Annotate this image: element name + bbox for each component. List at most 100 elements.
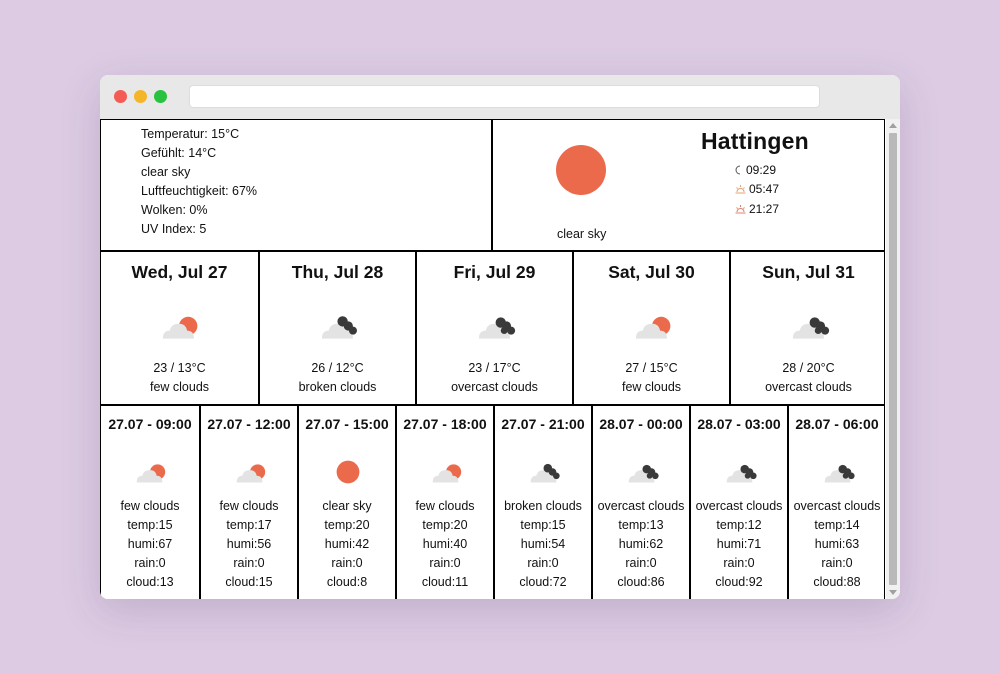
hour-description: overcast clouds [793, 499, 881, 513]
hour-title: 27.07 - 21:00 [501, 416, 585, 432]
hour-humidity: humi:67 [127, 537, 173, 551]
hour-description: clear sky [322, 499, 372, 513]
hour-temperature: temp:15 [127, 518, 173, 532]
hour-temperature: temp:12 [716, 518, 762, 532]
day-temperature: 23 / 13°C [153, 361, 206, 375]
weather-page: Temperatur: 15°C Gefühlt: 14°C clear sky… [100, 119, 886, 599]
day-temperature: 23 / 17°C [468, 361, 521, 375]
hour-description: broken clouds [504, 499, 582, 513]
hour-cloud: cloud:13 [126, 575, 174, 589]
scrollbar-thumb[interactable] [889, 133, 897, 585]
few-clouds-icon [231, 453, 269, 496]
hour-rain: rain:0 [134, 556, 166, 570]
day-temperature: 28 / 20°C [782, 361, 835, 375]
day-description: overcast clouds [765, 380, 852, 394]
hour-temperature: temp:13 [618, 518, 664, 532]
sun-icon [556, 145, 606, 195]
sun-icon [329, 453, 367, 496]
hour-cloud: cloud:72 [519, 575, 567, 589]
hour-cloud: cloud:92 [715, 575, 763, 589]
moonrise-time: 09:29 [746, 163, 777, 177]
hour-description: few clouds [219, 499, 279, 513]
overcast-clouds-icon [623, 453, 661, 496]
day-card: Fri, Jul 29 23 / 17°C overcast clouds [415, 251, 572, 405]
hour-humidity: humi:42 [324, 537, 370, 551]
hour-humidity: humi:62 [618, 537, 664, 551]
hour-rain: rain:0 [527, 556, 559, 570]
current-summary: clear sky Hattingen 09:29 05:47 21:27 [493, 120, 885, 251]
hour-cloud: cloud:8 [326, 575, 368, 589]
hour-humidity: humi:56 [226, 537, 272, 551]
hour-rain: rain:0 [723, 556, 755, 570]
few-clouds-icon [131, 453, 169, 496]
day-title: Fri, Jul 29 [453, 262, 536, 282]
hour-temperature: temp:20 [422, 518, 468, 532]
daily-forecast: Wed, Jul 27 23 / 13°C few clouds Thu, Ju… [100, 250, 885, 406]
hour-description: overcast clouds [597, 499, 685, 513]
hour-humidity: humi:63 [814, 537, 860, 551]
hour-temperature: temp:20 [324, 518, 370, 532]
hour-title: 27.07 - 09:00 [108, 416, 192, 432]
day-title: Wed, Jul 27 [131, 262, 228, 282]
hour-title: 27.07 - 18:00 [403, 416, 487, 432]
day-card: Sat, Jul 30 27 / 15°C few clouds [572, 251, 729, 405]
hour-title: 28.07 - 06:00 [795, 416, 879, 432]
few-clouds-icon [629, 303, 675, 354]
hour-temperature: temp:15 [520, 518, 566, 532]
day-title: Thu, Jul 28 [291, 262, 384, 282]
overcast-clouds-icon [721, 453, 759, 496]
hour-description: few clouds [120, 499, 180, 513]
hour-title: 28.07 - 00:00 [599, 416, 683, 432]
overcast-clouds-icon [472, 303, 518, 354]
hour-rain: rain:0 [821, 556, 853, 570]
clouds-text: Wolken: 0% [141, 203, 208, 217]
day-temperature: 27 / 15°C [625, 361, 678, 375]
few-clouds-icon [156, 303, 202, 354]
condition-text: clear sky [141, 165, 191, 179]
broken-clouds-icon [525, 453, 563, 496]
hour-humidity: humi:54 [520, 537, 566, 551]
hour-title: 27.07 - 15:00 [305, 416, 389, 432]
day-description: few clouds [149, 380, 210, 394]
hourly-forecast: 27.07 - 09:00 few clouds temp:15 humi:67… [100, 404, 885, 599]
browser-titlebar [100, 75, 900, 119]
day-description: broken clouds [298, 380, 377, 394]
hour-cloud: cloud:15 [225, 575, 273, 589]
hour-humidity: humi:40 [422, 537, 468, 551]
overcast-clouds-icon [786, 303, 832, 354]
address-bar[interactable] [189, 85, 820, 108]
moon-icon [735, 165, 741, 175]
sunset-row: 21:27 [735, 202, 779, 216]
minimize-window-button[interactable] [134, 90, 147, 103]
sunrise-time: 05:47 [749, 182, 780, 196]
current-weather-panel: Temperatur: 15°C Gefühlt: 14°C clear sky… [100, 119, 885, 252]
hour-description: few clouds [415, 499, 475, 513]
city-name: Hattingen [701, 128, 809, 154]
feels-like-text: Gefühlt: 14°C [141, 146, 217, 160]
scroll-up-arrow-icon[interactable] [889, 123, 897, 128]
hour-cloud: cloud:86 [617, 575, 665, 589]
vertical-scrollbar[interactable] [886, 119, 900, 599]
hour-card: 28.07 - 06:00 overcast clouds temp:14 hu… [787, 405, 885, 599]
day-description: overcast clouds [451, 380, 538, 394]
uv-index-text: UV Index: 5 [141, 222, 207, 236]
hour-card: 27.07 - 21:00 broken clouds temp:15 humi… [493, 405, 591, 599]
hour-rain: rain:0 [625, 556, 657, 570]
hour-description: overcast clouds [695, 499, 783, 513]
broken-clouds-icon [315, 303, 361, 354]
close-window-button[interactable] [114, 90, 127, 103]
hour-rain: rain:0 [233, 556, 265, 570]
day-card: Sun, Jul 31 28 / 20°C overcast clouds [729, 251, 886, 405]
current-details: Temperatur: 15°C Gefühlt: 14°C clear sky… [101, 120, 493, 251]
moonrise-row: 09:29 [735, 163, 776, 177]
hour-cloud: cloud:11 [421, 575, 469, 589]
sunset-icon [735, 205, 746, 214]
sunset-time: 21:27 [749, 202, 780, 216]
maximize-window-button[interactable] [154, 90, 167, 103]
temperature-text: Temperatur: 15°C [141, 127, 240, 141]
scroll-down-arrow-icon[interactable] [889, 590, 897, 595]
hour-cloud: cloud:88 [813, 575, 861, 589]
hour-card: 27.07 - 18:00 few clouds temp:20 humi:40… [395, 405, 493, 599]
hour-title: 27.07 - 12:00 [207, 416, 291, 432]
day-card: Wed, Jul 27 23 / 13°C few clouds [101, 251, 258, 405]
